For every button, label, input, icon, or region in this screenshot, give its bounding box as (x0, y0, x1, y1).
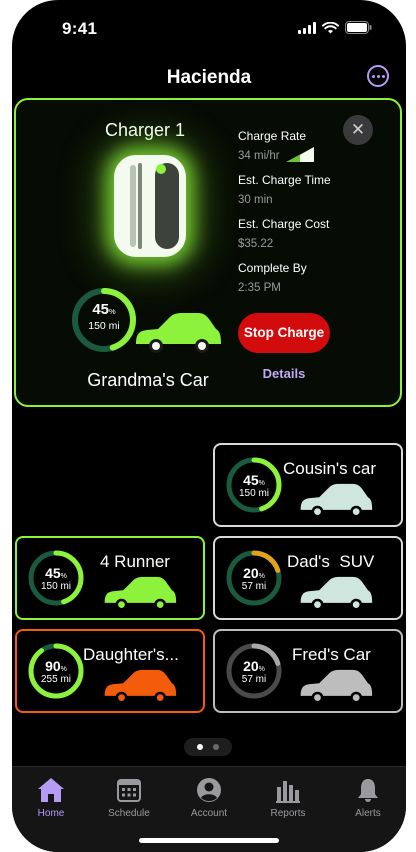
car-icon (104, 669, 177, 704)
signal-icon (298, 21, 316, 34)
car-icon (300, 576, 373, 611)
app-header: Hacienda (12, 62, 406, 94)
car-tile-freds-car[interactable]: 20% 57 mi Fred's Car (213, 629, 403, 713)
battery-percent: 90% (45, 658, 67, 674)
battery-icon (345, 21, 372, 34)
charger-icon (114, 155, 186, 257)
active-charger-card[interactable]: Charger 1 ✕ Charge Rate 34 mi/hr Est. Ch… (14, 98, 402, 407)
car-name: 4 Runner (100, 552, 170, 571)
tab-label: Schedule (108, 808, 150, 819)
more-options-button[interactable] (367, 65, 389, 87)
tab-label: Reports (270, 808, 306, 819)
charger-title: Charger 1 (105, 120, 186, 140)
car-name: Fred's Car (292, 645, 371, 664)
car-tile-4-runner[interactable]: 45% 150 mi 4 Runner (15, 536, 205, 620)
home-icon (38, 778, 64, 802)
tab-reports[interactable]: Reports (253, 777, 323, 819)
charge-cost-value: $35.22 (238, 238, 274, 250)
car-icon (136, 313, 221, 353)
more-dot-icon (381, 74, 385, 78)
status-time: 9:41 (62, 19, 98, 38)
car-icon (300, 483, 373, 518)
battery-ring: 45% 150 mi (225, 456, 283, 514)
home-indicator (139, 838, 279, 843)
charge-rate-label: Charge Rate (238, 129, 307, 143)
battery-ring: 45% 150 mi (27, 549, 85, 607)
battery-percent: 20% (243, 658, 265, 674)
active-car-name: Grandma's Car (87, 370, 209, 390)
charge-time-label: Est. Charge Time (238, 173, 331, 187)
tab-account[interactable]: Account (174, 777, 244, 819)
tab-schedule[interactable]: Schedule (94, 777, 164, 819)
wifi-icon (322, 21, 339, 33)
stop-charge-button[interactable]: Stop Charge (238, 313, 330, 353)
bell-icon (358, 779, 378, 802)
more-dot-icon (376, 74, 380, 78)
battery-range: 57 mi (241, 581, 267, 592)
calendar-icon (117, 779, 141, 802)
person-icon (197, 778, 221, 802)
charge-rate-meter-icon (286, 147, 314, 162)
battery-ring: 45% 150 mi (71, 287, 137, 353)
car-name: Cousin's car (283, 459, 377, 478)
battery-percent: 45% (243, 472, 265, 488)
car-tile-dads-suv[interactable]: 20% 57 mi Dad's SUV (213, 536, 403, 620)
battery-range: 57 mi (241, 674, 267, 685)
charge-time-value: 30 min (238, 194, 273, 206)
car-name: Dad's SUV (287, 552, 375, 571)
tab-alerts[interactable]: Alerts (333, 777, 403, 819)
tab-label: Account (190, 808, 228, 819)
charge-cost-label: Est. Charge Cost (238, 217, 330, 231)
phone-screen: 9:41 Hacienda Charger 1 ✕ Charge Rate 34… (12, 0, 406, 852)
car-tile-daughters-car[interactable]: 90% 255 mi Daughter's... (15, 629, 205, 713)
tab-label: Alerts (355, 808, 381, 819)
bar-chart-icon (276, 781, 300, 803)
more-dot-icon (371, 74, 375, 78)
battery-range: 150 mi (40, 581, 71, 592)
battery-range: 150 mi (238, 488, 269, 499)
tab-label: Home (37, 808, 65, 819)
tab-home[interactable]: Home (16, 777, 86, 819)
battery-range: 255 mi (40, 674, 71, 685)
car-icon (104, 576, 177, 611)
complete-by-label: Complete By (238, 261, 307, 275)
battery-percent: 20% (243, 565, 265, 581)
car-icon (300, 669, 373, 704)
battery-range: 150 mi (88, 320, 120, 332)
car-name: Daughter's... (83, 645, 179, 664)
status-icons (298, 21, 372, 34)
battery-ring: 20% 57 mi (225, 549, 283, 607)
battery-percent: 45% (45, 565, 67, 581)
complete-by-value: 2:35 PM (238, 282, 281, 294)
page-indicator[interactable] (184, 738, 232, 756)
page-dot-active[interactable] (197, 744, 203, 750)
page-dot[interactable] (213, 744, 219, 750)
close-button[interactable]: ✕ (343, 115, 373, 145)
battery-percent: 45% (92, 301, 116, 318)
battery-ring: 90% 255 mi (27, 642, 85, 700)
charge-rate-value: 34 mi/hr (238, 150, 280, 162)
page-title: Hacienda (166, 67, 252, 88)
battery-ring: 20% 57 mi (225, 642, 283, 700)
status-bar: 9:41 (12, 0, 406, 56)
car-tile-cousins-car[interactable]: 45% 150 mi Cousin's car (213, 443, 403, 527)
